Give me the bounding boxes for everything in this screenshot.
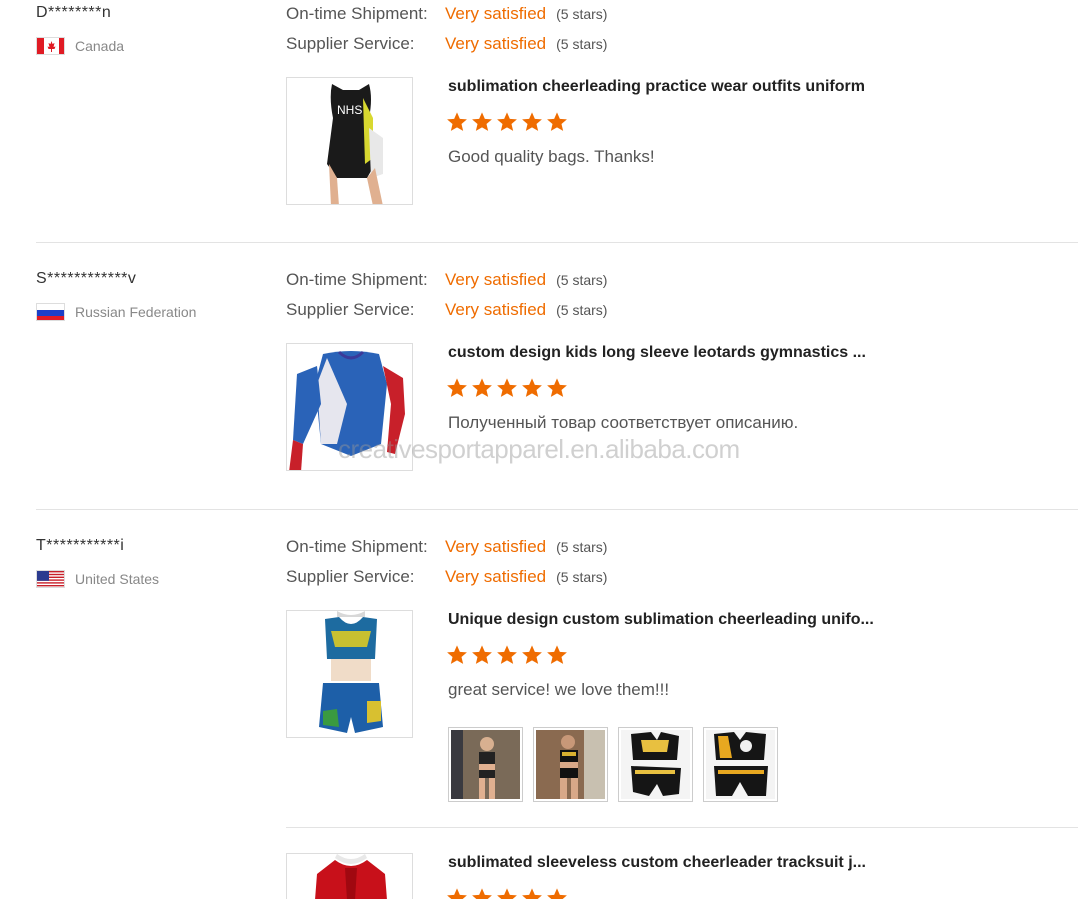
star-icon [547,112,567,131]
buyer-country: Russian Federation [36,303,196,321]
review-divider [36,509,1078,510]
product-divider [286,827,1078,828]
buyer-name: T***********i [36,537,125,554]
service-label: Supplier Service: [286,34,415,53]
watermark-text: creativesportapparel.en.alibaba.com [338,434,740,464]
shipment-stars-text: (5 stars) [556,6,608,22]
star-icon [547,888,567,899]
buyer-name: D********n [36,4,112,21]
product-thumbnail[interactable]: NHS [286,77,413,205]
product-rating-stars [446,377,568,399]
star-icon [497,378,517,397]
product-rating-stars [446,644,568,666]
russia-flag-icon [36,303,65,321]
review-photo[interactable] [618,727,693,802]
shipment-rating: On-time Shipment: Very satisfied (5 star… [286,4,607,24]
star-icon [472,112,492,131]
review-photo[interactable] [703,727,778,802]
country-label: United States [75,571,160,587]
service-rating: Supplier Service: Very satisfied (5 star… [286,300,607,320]
service-stars-text: (5 stars) [556,569,608,585]
svg-text:NHS: NHS [337,103,362,117]
product-rating-stars [446,111,568,133]
star-icon [497,112,517,131]
product-thumbnail[interactable] [286,853,413,899]
star-icon [497,645,517,664]
star-icon [472,888,492,899]
star-icon [497,888,517,899]
review-comment: Good quality bags. Thanks! [448,147,655,166]
review-comment: great service! we love them!!! [448,680,670,699]
service-label: Supplier Service: [286,567,415,586]
canada-flag-icon [36,37,65,55]
star-icon [447,112,467,131]
review-divider [36,242,1078,243]
shipment-value: Very satisfied [445,4,547,23]
review-photo[interactable] [533,727,608,802]
shipment-stars-text: (5 stars) [556,272,608,288]
star-icon [522,645,542,664]
star-icon [522,888,542,899]
star-icon [447,378,467,397]
service-stars-text: (5 stars) [556,302,608,318]
shipment-value: Very satisfied [445,270,547,289]
product-title-link[interactable]: Unique design custom sublimation cheerle… [448,611,874,629]
star-icon [522,112,542,131]
buyer-name: S************v [36,270,137,287]
star-icon [522,378,542,397]
service-value: Very satisfied [445,300,547,319]
product-thumbnail[interactable] [286,610,413,738]
shipment-label: On-time Shipment: [286,4,428,23]
shipment-rating: On-time Shipment: Very satisfied (5 star… [286,270,607,290]
shipment-label: On-time Shipment: [286,537,428,556]
service-value: Very satisfied [445,34,547,53]
country-label: Canada [75,38,125,54]
country-label: Russian Federation [75,304,197,320]
product-title-link[interactable]: sublimated sleeveless custom cheerleader… [448,854,866,872]
service-stars-text: (5 stars) [556,36,608,52]
product-rating-stars [446,887,568,899]
star-icon [447,888,467,899]
star-icon [547,378,567,397]
product-title-link[interactable]: custom design kids long sleeve leotards … [448,344,866,362]
usa-flag-icon [36,570,65,588]
service-value: Very satisfied [445,567,547,586]
review-photo[interactable] [448,727,523,802]
service-rating: Supplier Service: Very satisfied (5 star… [286,34,607,54]
star-icon [447,645,467,664]
star-icon [472,645,492,664]
star-icon [472,378,492,397]
product-title-link[interactable]: sublimation cheerleading practice wear o… [448,78,865,96]
service-label: Supplier Service: [286,300,415,319]
shipment-stars-text: (5 stars) [556,539,608,555]
buyer-country: Canada [36,37,124,55]
shipment-value: Very satisfied [445,537,547,556]
shipment-rating: On-time Shipment: Very satisfied (5 star… [286,537,607,557]
shipment-label: On-time Shipment: [286,270,428,289]
service-rating: Supplier Service: Very satisfied (5 star… [286,567,607,587]
review-comment: Полученный товар соответствует описанию. [448,413,799,432]
buyer-country: United States [36,570,159,588]
star-icon [547,645,567,664]
